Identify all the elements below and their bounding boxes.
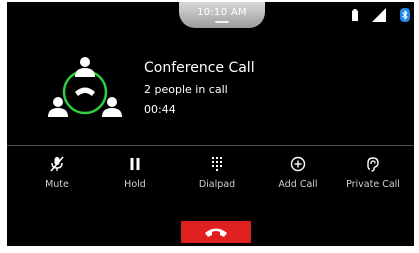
divider bbox=[7, 145, 414, 146]
dialpad-button[interactable]: Dialpad bbox=[177, 152, 257, 200]
end-call-icon bbox=[205, 228, 227, 237]
add-call-label: Add Call bbox=[278, 179, 318, 190]
signal-icon bbox=[372, 8, 386, 22]
add-call-button[interactable]: Add Call bbox=[258, 152, 338, 200]
pull-handle bbox=[215, 21, 229, 23]
mute-label: Mute bbox=[45, 179, 69, 190]
battery-icon bbox=[352, 9, 358, 21]
private-call-label: Private Call bbox=[346, 179, 400, 190]
dialpad-label: Dialpad bbox=[198, 179, 236, 190]
private-call-button[interactable]: Private Call bbox=[333, 152, 413, 200]
clock: 10:10 AM bbox=[197, 7, 247, 18]
call-info: Conference Call 2 people in call 00:44 bbox=[7, 32, 414, 142]
add-call-icon bbox=[290, 156, 306, 172]
dialpad-icon bbox=[212, 157, 222, 171]
participant-count: 2 people in call bbox=[144, 83, 228, 96]
call-timer: 00:44 bbox=[144, 103, 176, 116]
pause-icon bbox=[130, 158, 140, 170]
mute-icon bbox=[50, 156, 64, 172]
hold-label: Hold bbox=[124, 179, 146, 190]
end-call-button[interactable] bbox=[181, 221, 251, 243]
private-call-icon bbox=[367, 157, 379, 172]
conference-icon bbox=[48, 57, 122, 117]
call-actions: Mute Hold Dialpad Add Call Private Call bbox=[7, 152, 414, 202]
call-title: Conference Call bbox=[144, 60, 255, 76]
mute-button[interactable]: Mute bbox=[17, 152, 97, 200]
status-bar: 10:10 AM bbox=[7, 2, 414, 32]
hold-button[interactable]: Hold bbox=[95, 152, 175, 200]
bluetooth-icon bbox=[400, 8, 410, 22]
time-tab[interactable]: 10:10 AM bbox=[179, 2, 265, 28]
call-screen: 10:10 AM Conference Call 2 people in cal… bbox=[7, 2, 414, 246]
